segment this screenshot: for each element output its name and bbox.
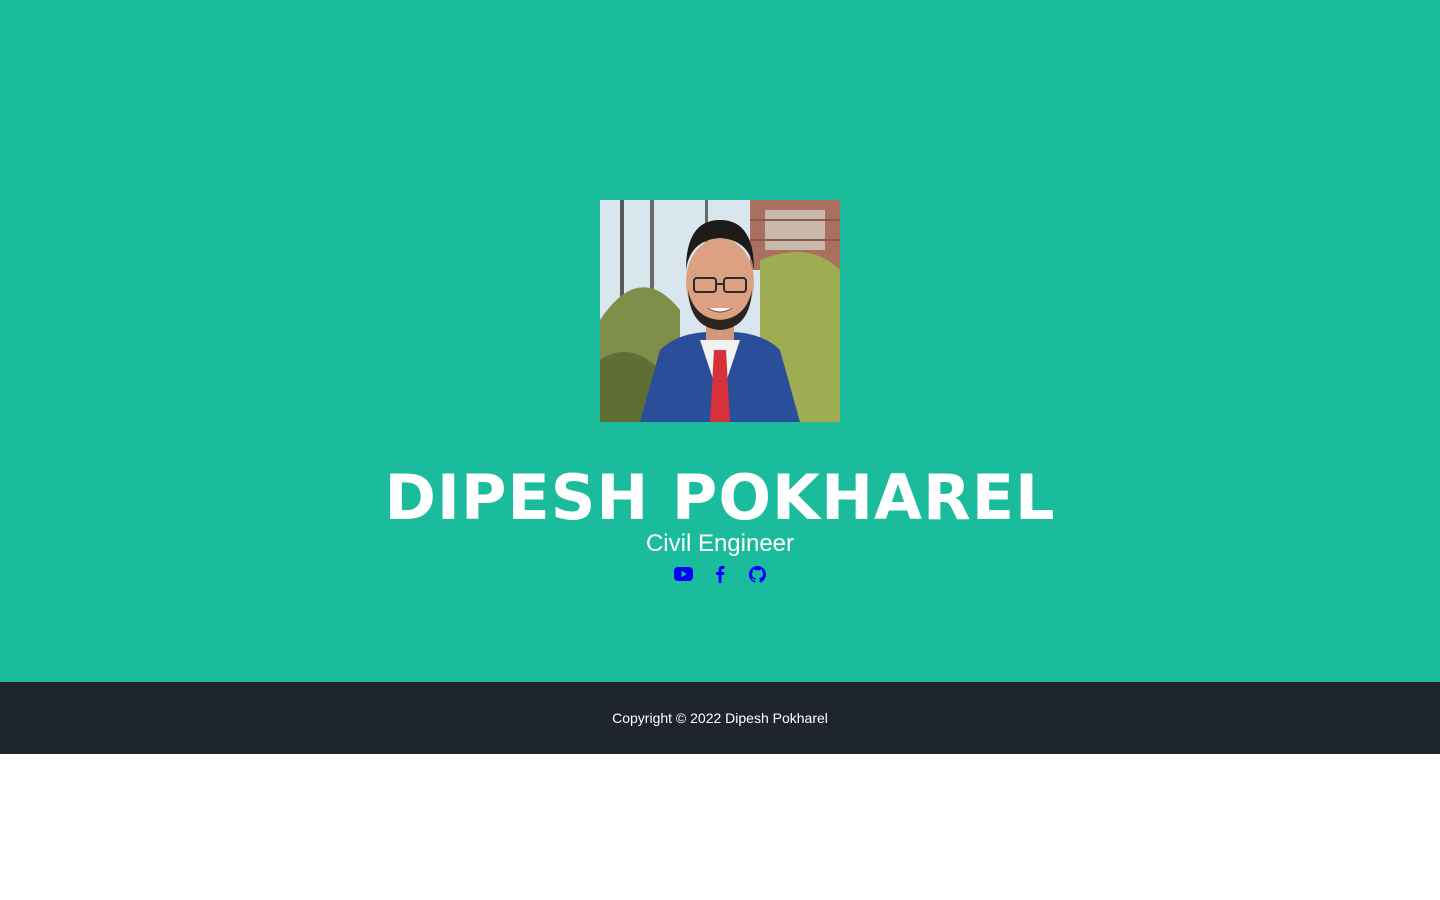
social-links [0,563,1440,585]
github-link[interactable] [748,563,767,585]
page-title: DIPESH POKHAREL [384,461,1056,534]
footer: Copyright © 2022 Dipesh Pokharel [0,682,1440,754]
masthead: DIPESH POKHAREL Civil Engineer [0,0,1440,682]
facebook-link[interactable] [711,563,730,585]
youtube-link[interactable] [673,563,693,585]
profile-photo [600,200,840,422]
github-icon [748,565,766,583]
facebook-icon [716,565,725,583]
youtube-icon [673,567,693,581]
profession-subtitle: Civil Engineer [645,530,795,557]
copyright-text: Copyright © 2022 Dipesh Pokharel [612,710,828,726]
